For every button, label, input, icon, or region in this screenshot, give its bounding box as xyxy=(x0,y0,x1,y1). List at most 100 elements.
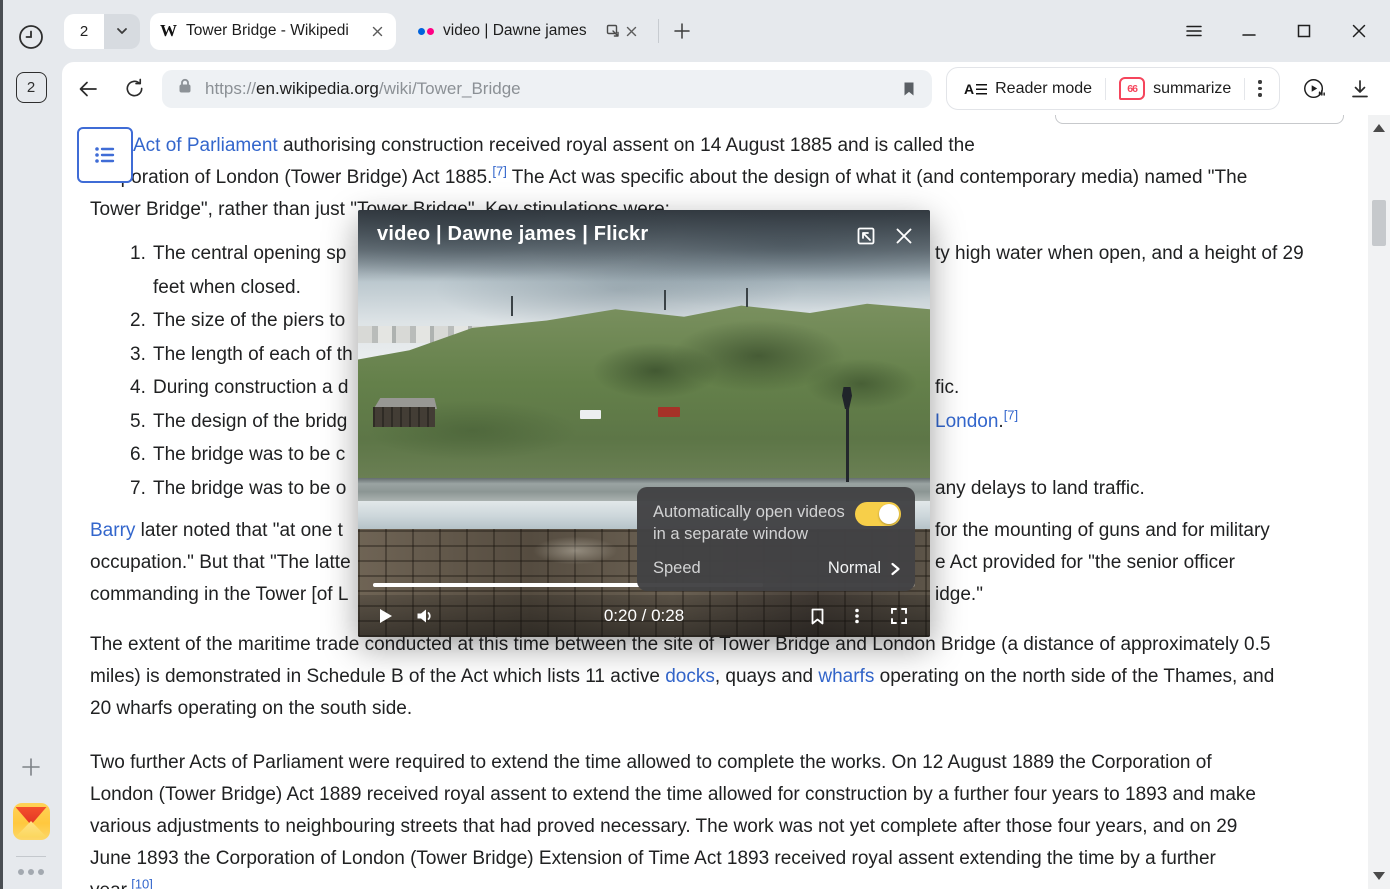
text-segment: various adjustments to neighbouring stre… xyxy=(90,816,1237,837)
fullscreen-icon[interactable] xyxy=(886,603,912,629)
tab-close-icon[interactable] xyxy=(622,22,640,40)
chevron-right-icon xyxy=(890,562,901,576)
add-panel-icon[interactable] xyxy=(19,755,43,779)
tab-tower-bridge[interactable]: W Tower Bridge - Wikipedi xyxy=(150,13,396,50)
article-line: Act of Parliament authorising constructi… xyxy=(90,130,1344,162)
minimize-icon[interactable] xyxy=(1240,22,1258,40)
reader-mode-label: Reader mode xyxy=(995,80,1092,98)
kebab-menu-icon[interactable] xyxy=(844,603,870,629)
video-white-truck xyxy=(580,410,601,419)
lock-icon[interactable] xyxy=(176,77,194,100)
auto-open-label-line2: in a separate window xyxy=(653,524,899,546)
video-overlay-window: video | Dawne james | Flickr Automatical… xyxy=(358,210,930,637)
wiki-link[interactable]: wharfs xyxy=(818,666,874,687)
list-number: 5. xyxy=(130,405,153,439)
yandex-mail-icon[interactable] xyxy=(13,803,50,840)
text-segment: later noted that "at one t xyxy=(135,520,342,541)
flickr-favicon xyxy=(418,28,434,35)
wiki-link[interactable]: [7] xyxy=(492,167,506,188)
return-to-tab-icon[interactable] xyxy=(854,224,878,248)
video-controls-bar: 0:20 / 0:28 xyxy=(358,595,930,637)
partial-search-box[interactable] xyxy=(1055,115,1344,124)
article-line: London (Tower Bridge) Act 1889 received … xyxy=(90,779,1344,811)
article-block: The extent of the maritime trade conduct… xyxy=(90,629,1344,725)
tab-title: video | Dawne james xyxy=(443,22,598,40)
text-segment: The size of the piers to xyxy=(153,310,345,331)
play-icon[interactable] xyxy=(372,603,398,629)
new-tab-button[interactable] xyxy=(669,18,695,44)
wiki-link[interactable]: [10] xyxy=(131,880,153,889)
text-segment: e Act provided for "the senior officer xyxy=(935,552,1235,573)
reload-icon[interactable] xyxy=(122,77,146,101)
close-video-icon[interactable] xyxy=(892,224,916,248)
text-segment: The bridge was to be o xyxy=(153,478,346,499)
auto-open-toggle[interactable] xyxy=(855,502,901,526)
browser-window: 2 2 W Tower Bridge - Wikipedi vi xyxy=(0,0,1390,889)
history-clock-icon[interactable] xyxy=(16,22,46,52)
pill-kebab-menu-icon[interactable] xyxy=(1245,80,1274,96)
text-segment: The design of the bridg xyxy=(153,411,347,432)
wiki-link[interactable]: docks xyxy=(665,666,715,687)
wiki-link[interactable]: Barry xyxy=(90,520,135,541)
bookmark-flag-icon[interactable] xyxy=(900,80,918,98)
text-after-overlay: idge." xyxy=(935,579,983,611)
text-segment: commanding in the Tower [of L xyxy=(90,584,348,605)
close-window-icon[interactable] xyxy=(1350,22,1368,40)
reader-mode-icon: A xyxy=(964,83,987,95)
tab-close-icon[interactable] xyxy=(368,22,386,40)
back-icon[interactable] xyxy=(76,77,100,101)
url-scheme: https:// xyxy=(205,79,256,98)
text-after-overlay: London.[7] xyxy=(935,405,1018,439)
tab-group-counter[interactable]: 2 xyxy=(64,14,140,49)
table-of-contents-button[interactable] xyxy=(77,127,133,183)
video-mast xyxy=(746,288,748,307)
wiki-link[interactable]: London xyxy=(935,411,998,432)
text-segment: for the mounting of guns and for militar… xyxy=(935,520,1270,541)
video-lamppost xyxy=(841,387,853,482)
tab-strip: 2 W Tower Bridge - Wikipedi video | Dawn… xyxy=(62,0,1390,62)
page-content: Act of Parliament authorising constructi… xyxy=(62,115,1390,889)
sidebar: 2 xyxy=(0,0,62,889)
text-segment: The bridge was to be c xyxy=(153,444,345,465)
bookmark-icon[interactable] xyxy=(804,603,830,629)
sidebar-tab-count-badge[interactable]: 2 xyxy=(16,72,47,103)
text-segment: The central opening sp xyxy=(153,243,346,264)
url-text: https://en.wikipedia.org/wiki/Tower_Brid… xyxy=(205,79,521,99)
list-number: 2. xyxy=(130,304,153,338)
menu-icon[interactable] xyxy=(1185,22,1203,40)
tab-title: Tower Bridge - Wikipedi xyxy=(186,22,362,40)
scroll-up-arrow[interactable] xyxy=(1373,124,1385,132)
wiki-link[interactable]: [7] xyxy=(1004,411,1018,432)
video-mast xyxy=(511,296,513,316)
speed-setting-row[interactable]: Speed Normal xyxy=(653,559,901,578)
speed-value: Normal xyxy=(828,559,881,578)
popout-window-icon[interactable] xyxy=(604,22,622,40)
text-segment: 20 wharfs operating on the south side. xyxy=(90,698,412,719)
tab-divider xyxy=(658,19,659,43)
window-controls xyxy=(1185,22,1390,40)
tab-count-label[interactable]: 2 xyxy=(64,14,104,49)
text-segment: year. xyxy=(90,880,131,889)
scroll-down-arrow[interactable] xyxy=(1373,872,1385,880)
mail-fold xyxy=(16,821,47,837)
address-bar[interactable]: https://en.wikipedia.org/wiki/Tower_Brid… xyxy=(162,70,932,108)
tab-video-dawne-james[interactable]: video | Dawne james xyxy=(408,13,650,50)
reader-mode-button[interactable]: A Reader mode xyxy=(951,80,1105,98)
sidebar-divider xyxy=(16,856,46,857)
volume-icon[interactable] xyxy=(412,603,438,629)
video-header: video | Dawne james | Flickr xyxy=(358,210,930,282)
download-icon[interactable] xyxy=(1348,77,1372,101)
player-icon[interactable] xyxy=(1302,77,1326,101)
text-segment: , quays and xyxy=(715,666,819,687)
summarize-button[interactable]: 66 summarize xyxy=(1106,77,1244,100)
scrollbar-thumb[interactable] xyxy=(1372,200,1386,246)
video-time: 0:20 / 0:28 xyxy=(604,606,684,626)
chevron-down-icon[interactable] xyxy=(104,14,140,49)
list-number: 4. xyxy=(130,371,153,405)
wiki-link[interactable]: Act of Parliament xyxy=(133,135,278,156)
text-segment: authorising construction received royal … xyxy=(278,135,975,156)
text-after-overlay: fic. xyxy=(935,371,959,405)
sidebar-more-dots-icon[interactable] xyxy=(18,869,44,875)
maximize-icon[interactable] xyxy=(1295,22,1313,40)
toolbar: https://en.wikipedia.org/wiki/Tower_Brid… xyxy=(62,62,1390,115)
